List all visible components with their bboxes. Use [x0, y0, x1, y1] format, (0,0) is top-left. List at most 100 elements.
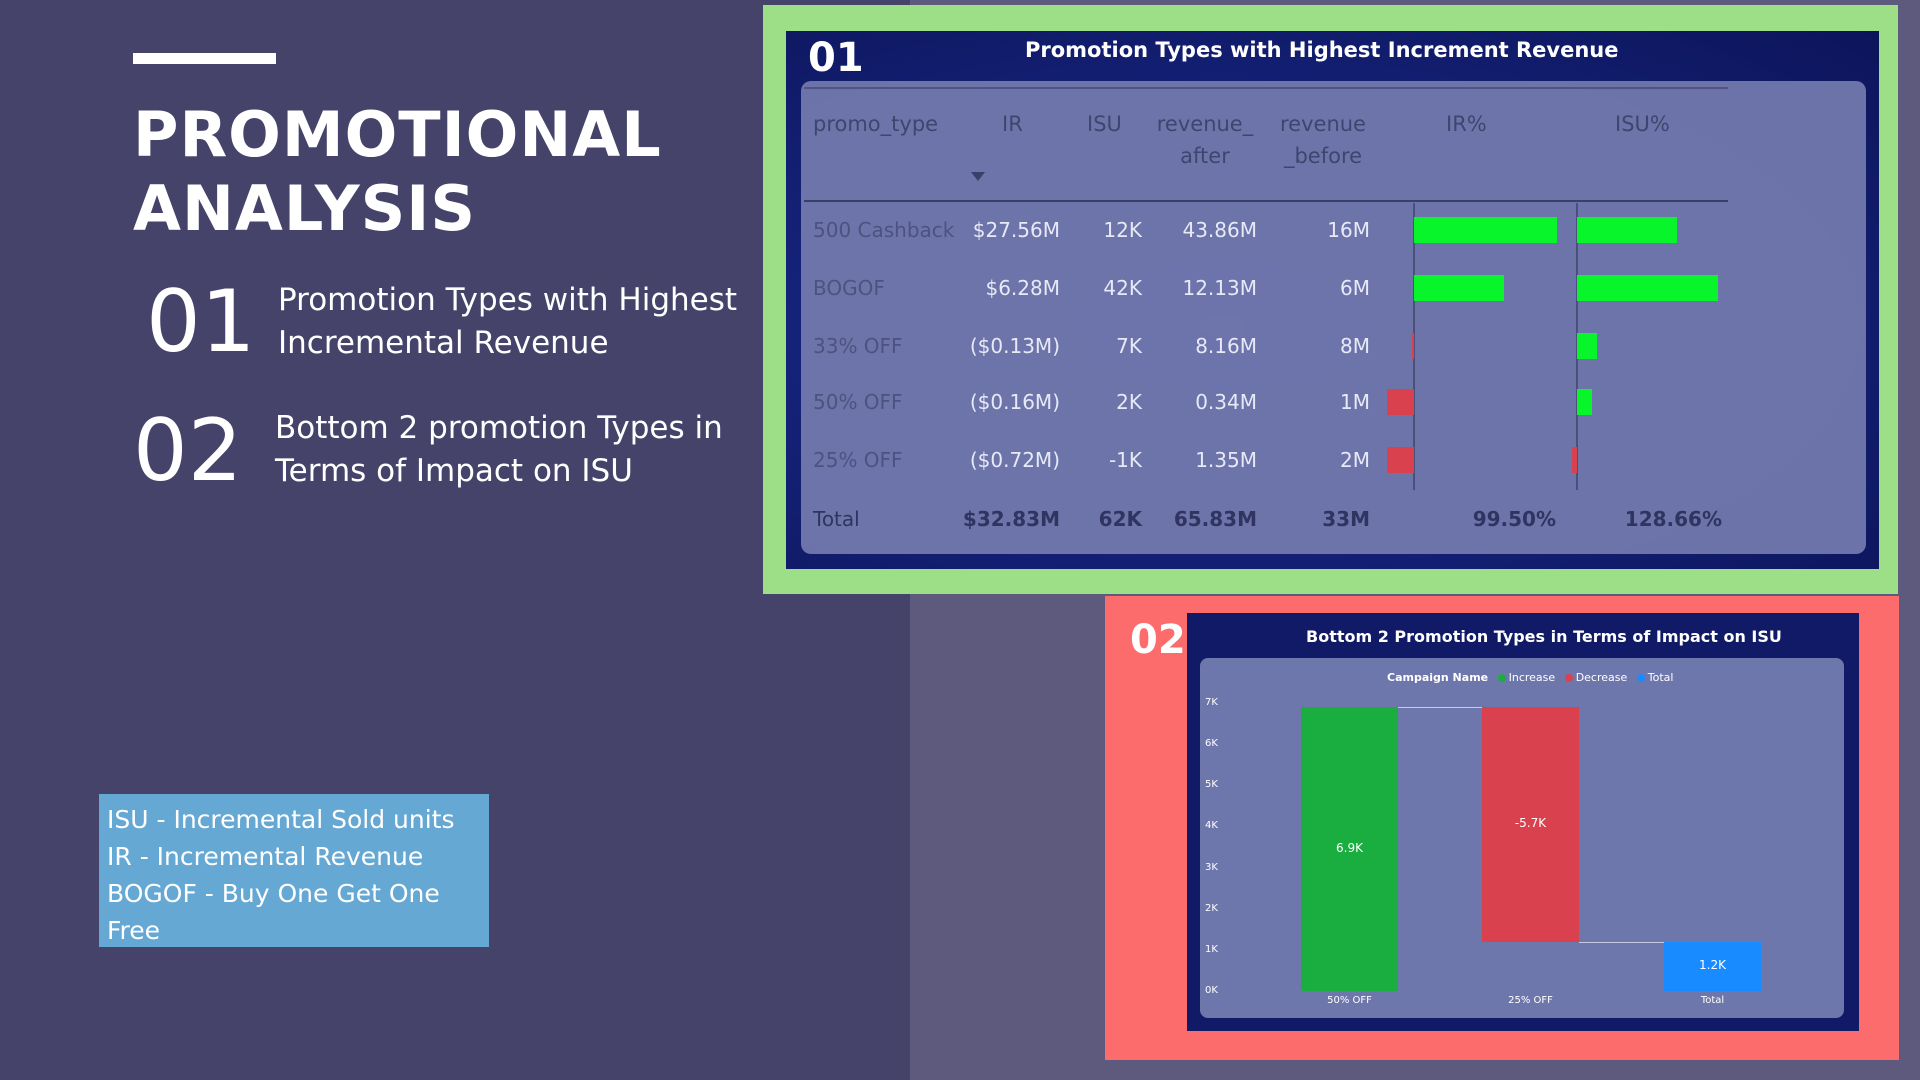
isu-pct-bar	[1577, 275, 1719, 301]
table-top-rule	[804, 87, 1728, 89]
y-tick-label: 2K	[1205, 902, 1218, 914]
total-isu-pct: 128.66%	[1624, 507, 1722, 531]
table-header-rule	[804, 200, 1728, 202]
agenda-text-1: Promotion Types with Highest Incremental…	[278, 279, 758, 365]
header-revenue-before-line1: revenue	[1280, 112, 1366, 136]
panel-01-title: Promotion Types with Highest Increment R…	[1025, 38, 1619, 62]
isu-pct-bar	[1577, 333, 1598, 359]
header-ir-pct[interactable]: IR%	[1446, 108, 1487, 140]
agenda-text-2: Bottom 2 promotion Types in Terms of Imp…	[275, 407, 755, 493]
y-tick-label: 0K	[1205, 985, 1218, 996]
cell-revenue-after: 12.13M	[1182, 276, 1257, 300]
legend-increase-swatch	[1497, 674, 1506, 682]
cell-revenue-after: 0.34M	[1195, 390, 1257, 414]
cell-revenue-before: 8M	[1340, 334, 1370, 358]
cell-promo-type: 50% OFF	[813, 390, 903, 414]
header-revenue-before-line2: _before	[1283, 144, 1363, 168]
cell-ir: $27.56M	[972, 218, 1060, 242]
panel-02-number: 02	[1130, 617, 1186, 663]
cell-revenue-before: 1M	[1340, 390, 1370, 414]
header-revenue-after-line2: after	[1180, 144, 1230, 168]
glossary-item: ISU - Incremental Sold units	[107, 805, 455, 834]
header-revenue-after-line1: revenue_	[1156, 112, 1254, 136]
glossary-item: IR - Incremental Revenue	[107, 842, 424, 871]
panel-01-number: 01	[808, 35, 864, 81]
total-isu: 62K	[1098, 507, 1142, 531]
total-ir-pct: 99.50%	[1472, 507, 1556, 531]
cell-ir: ($0.72M)	[969, 448, 1060, 472]
cell-isu: 12K	[1103, 218, 1142, 242]
agenda-text-1-line1: Promotion Types with Highest	[278, 282, 738, 318]
y-tick-label: 4K	[1205, 820, 1218, 832]
agenda-text-2-line1: Bottom 2 promotion Types in	[275, 410, 723, 446]
cell-promo-type: 33% OFF	[813, 334, 903, 358]
waterfall-connector	[1579, 941, 1664, 943]
cell-isu: -1K	[1108, 448, 1142, 472]
cell-ir: ($0.13M)	[969, 334, 1060, 358]
y-tick-label: 7K	[1205, 697, 1218, 708]
waterfall-data-label: 1.2K	[1699, 958, 1726, 973]
header-promo-type[interactable]: promo_type	[813, 108, 938, 140]
cell-revenue-before: 16M	[1327, 218, 1370, 242]
waterfall-data-label: -5.7K	[1514, 816, 1547, 831]
total-revenue-after: 65.83M	[1173, 507, 1257, 531]
slide-title: PROMOTIONAL ANALYSIS	[133, 98, 753, 246]
glossary-box: ISU - Incremental Sold units IR - Increm…	[99, 794, 489, 947]
ir-pct-bar	[1386, 447, 1414, 473]
cell-revenue-before: 6M	[1340, 276, 1370, 300]
cell-revenue-after: 43.86M	[1182, 218, 1257, 242]
y-tick-label: 5K	[1205, 779, 1218, 791]
y-tick-label: 3K	[1205, 861, 1218, 873]
legend-total[interactable]: Total	[1648, 671, 1674, 684]
cell-ir: ($0.16M)	[969, 390, 1060, 414]
cell-revenue-after: 1.35M	[1195, 448, 1257, 472]
ir-pct-bar	[1386, 389, 1414, 415]
title-accent-bar	[133, 53, 276, 64]
waterfall-data-label: 6.9K	[1336, 841, 1363, 856]
header-revenue-after[interactable]: revenue_ after	[1155, 108, 1255, 172]
isu-pct-bar	[1571, 447, 1577, 473]
chart-legend: Campaign Name Increase Decrease Total	[1387, 671, 1673, 684]
legend-title: Campaign Name	[1387, 671, 1489, 684]
slide-title-line2: ANALYSIS	[133, 172, 476, 245]
cell-isu: 7K	[1116, 334, 1142, 358]
agenda-number-2: 02	[133, 401, 243, 501]
sort-descending-icon[interactable]	[971, 172, 985, 181]
legend-decrease[interactable]: Decrease	[1576, 671, 1628, 684]
legend-total-swatch	[1636, 674, 1645, 682]
cell-isu: 2K	[1116, 390, 1142, 414]
slide-title-line1: PROMOTIONAL	[133, 98, 662, 171]
waterfall-connector	[1398, 707, 1482, 709]
cell-ir: $6.28M	[985, 276, 1060, 300]
cell-promo-type: 25% OFF	[813, 448, 903, 472]
panel-02-title: Bottom 2 Promotion Types in Terms of Imp…	[1306, 627, 1782, 646]
header-isu-pct[interactable]: ISU%	[1615, 108, 1670, 140]
total-label: Total	[813, 507, 860, 531]
agenda-text-1-line2: Incremental Revenue	[278, 325, 609, 361]
total-revenue-before: 33M	[1322, 507, 1370, 531]
x-tick-label: 25% OFF	[1508, 995, 1553, 1006]
legend-decrease-swatch	[1564, 674, 1573, 682]
ir-pct-bar	[1414, 217, 1557, 243]
ir-pct-bar	[1414, 275, 1505, 301]
y-tick-label: 6K	[1205, 738, 1218, 750]
glossary-item: BOGOF - Buy One Get One	[107, 879, 440, 908]
x-tick-label: 50% OFF	[1327, 995, 1372, 1006]
agenda-text-2-line2: Terms of Impact on ISU	[275, 453, 633, 489]
cell-isu: 42K	[1103, 276, 1142, 300]
cell-promo-type: 500 Cashback	[813, 218, 955, 242]
cell-promo-type: BOGOF	[813, 276, 885, 300]
total-ir: $32.83M	[962, 507, 1060, 531]
cell-revenue-after: 8.16M	[1195, 334, 1257, 358]
x-tick-label: Total	[1700, 995, 1725, 1006]
header-ir[interactable]: IR	[1002, 108, 1023, 140]
ir-pct-bar	[1412, 333, 1415, 359]
agenda-number-1: 01	[146, 272, 256, 372]
cell-revenue-before: 2M	[1340, 448, 1370, 472]
y-tick-label: 1K	[1205, 943, 1218, 955]
isu-pct-bar	[1577, 389, 1593, 415]
header-revenue-before[interactable]: revenue _before	[1273, 108, 1373, 172]
isu-pct-bar	[1577, 217, 1678, 243]
header-isu[interactable]: ISU	[1087, 108, 1122, 140]
legend-increase[interactable]: Increase	[1509, 671, 1556, 684]
